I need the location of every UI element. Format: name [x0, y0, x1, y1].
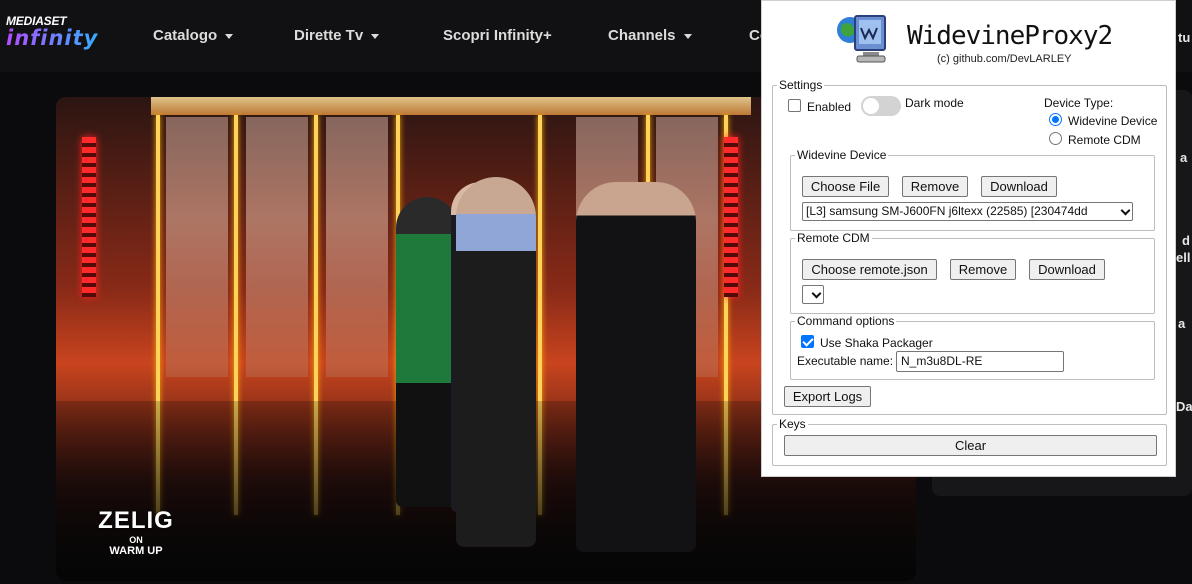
zelig-on-logo: ZELIG ON WARM UP	[96, 507, 176, 557]
dark-mode-toggle[interactable]	[861, 96, 901, 116]
nav-item-label: Scopri Infinity+	[443, 27, 552, 44]
widevine-download-button[interactable]: Download	[981, 176, 1057, 197]
side-text: ell	[1176, 250, 1191, 265]
side-text: tu	[1178, 30, 1191, 45]
executable-name-label: Executable name:	[797, 354, 894, 368]
keys-legend: Keys	[779, 417, 806, 431]
side-text: d	[1182, 233, 1190, 248]
enabled-checkbox[interactable]	[788, 99, 801, 112]
dark-mode-label: Dark mode	[905, 96, 964, 110]
performer-silhouette	[396, 197, 458, 507]
stage-panel	[166, 117, 228, 377]
performer-silhouette	[576, 182, 696, 552]
nav-item-channels[interactable]: Channels	[608, 27, 692, 44]
remote-cdm-select[interactable]	[802, 285, 824, 304]
stage-panel	[326, 117, 388, 377]
widevineproxy-app-icon	[837, 15, 886, 63]
chevron-down-icon	[811, 288, 822, 299]
enabled-label: Enabled	[807, 100, 852, 114]
remote-cdm-download-button[interactable]: Download	[1029, 259, 1105, 280]
use-shaka-packager-checkbox[interactable]	[801, 335, 814, 348]
nav-item-dirette-tv[interactable]: Dirette Tv	[294, 27, 380, 44]
chevron-down-icon	[683, 33, 692, 39]
side-text: a	[1180, 150, 1188, 165]
nav-item-catalogo[interactable]: Catalogo	[153, 27, 234, 44]
remote-cdm-radio-label: Remote CDM	[1068, 133, 1141, 147]
remote-cdm-legend: Remote CDM	[797, 231, 870, 245]
widevine-device-select[interactable]: [L3] samsung SM-J600FN j6ltexx (22585) […	[802, 202, 1133, 221]
use-shaka-packager-label: Use Shaka Packager	[820, 336, 933, 350]
side-text: a	[1178, 316, 1186, 331]
popup-subtitle: (c) github.com/DevLARLEY	[937, 53, 1072, 65]
choose-file-button[interactable]: Choose File	[802, 176, 889, 197]
widevine-device-radio-label: Widevine Device	[1068, 114, 1158, 128]
zelig-logo-line3: WARM UP	[109, 545, 163, 557]
popup-header: WidevineProxy2 (c) github.com/DevLARLEY	[832, 7, 1132, 73]
performer-silhouette	[456, 177, 536, 547]
widevine-remove-button[interactable]: Remove	[902, 176, 968, 197]
choose-remote-json-button[interactable]: Choose remote.json	[802, 259, 937, 280]
chevron-down-icon	[1120, 205, 1131, 216]
remote-cdm-remove-button[interactable]: Remove	[950, 259, 1016, 280]
red-light-column	[82, 137, 96, 297]
page: MEDIASET infinity Catalogo Dirette Tv Sc…	[0, 0, 1192, 584]
widevine-device-radio[interactable]	[1049, 113, 1062, 126]
toggle-knob	[863, 98, 879, 114]
settings-legend: Settings	[779, 78, 823, 92]
command-options-legend: Command options	[797, 314, 895, 328]
export-logs-button[interactable]: Export Logs	[784, 386, 871, 407]
zelig-logo-line1: ZELIG	[98, 507, 174, 534]
brand-sub: infinity	[6, 26, 106, 50]
executable-name-input[interactable]: N_m3u8DL-RE	[896, 351, 1064, 372]
nav-item-scopri-infinity[interactable]: Scopri Infinity+	[443, 27, 552, 44]
stage-truss	[151, 97, 751, 115]
side-text: Da	[1176, 399, 1192, 414]
red-light-column	[724, 137, 738, 297]
chevron-down-icon	[225, 33, 234, 39]
nav-item-label: Catalogo	[153, 27, 218, 44]
chevron-down-icon	[371, 33, 380, 39]
nav-item-label: Dirette Tv	[294, 27, 364, 44]
widevineproxy2-popup: WidevineProxy2 (c) github.com/DevLARLEY …	[761, 0, 1176, 477]
stage-panel	[246, 117, 308, 377]
remote-cdm-radio[interactable]	[1049, 132, 1062, 145]
popup-title: WidevineProxy2	[907, 21, 1113, 51]
nav-item-label: Channels	[608, 27, 676, 44]
mediaset-infinity-logo[interactable]: MEDIASET infinity	[6, 14, 106, 58]
clear-keys-button[interactable]: Clear	[784, 435, 1157, 456]
widevine-device-legend: Widevine Device	[797, 148, 887, 162]
widevine-device-select-value: [L3] samsung SM-J600FN j6ltexx (22585) […	[806, 204, 1088, 218]
device-type-label: Device Type:	[1044, 96, 1114, 110]
zelig-logo-line2: ON	[129, 535, 143, 545]
